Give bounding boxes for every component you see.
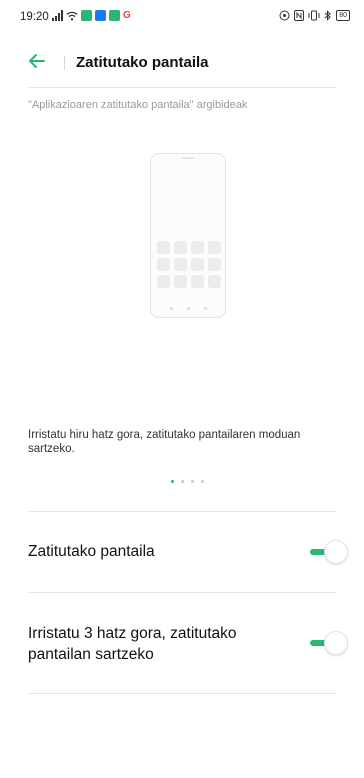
divider [28, 511, 336, 512]
signal-icon [52, 10, 63, 21]
status-bar: 19:20 G 80 [0, 0, 364, 34]
three-finger-swipe-setting-label: Irristatu 3 hatz gora, zatitutako pantai… [28, 625, 237, 663]
header-divider-line [28, 87, 336, 88]
divider [28, 693, 336, 694]
page-dot[interactable] [171, 480, 174, 483]
split-screen-setting-label: Zatitutako pantaila [28, 543, 155, 560]
facebook-icon [95, 10, 106, 21]
phone-notch [181, 157, 195, 159]
phone-illustration [150, 153, 226, 318]
divider [28, 592, 336, 593]
toggle-knob [324, 540, 348, 564]
page-dot[interactable] [181, 480, 184, 483]
message-app-icon [109, 10, 120, 21]
wifi-icon [66, 11, 78, 20]
app-header: Zatitutako pantaila [0, 40, 364, 84]
back-button[interactable] [26, 50, 48, 72]
vibrate-icon [308, 10, 320, 21]
sync-icon [279, 10, 290, 21]
chat-app-icon [81, 10, 92, 21]
page-dot[interactable] [191, 480, 194, 483]
tips-section-label: "Aplikazioaren zatitutako pantaila" argi… [28, 99, 248, 111]
three-finger-swipe-toggle[interactable] [310, 631, 350, 655]
tip-description: Irristatu hiru hatz gora, zatitutako pan… [28, 429, 301, 455]
page-indicator[interactable] [171, 480, 204, 483]
app-grid-illustration [157, 241, 221, 288]
toggle-knob [324, 631, 348, 655]
status-left-icons: G [52, 10, 131, 21]
split-screen-toggle[interactable] [310, 540, 350, 564]
status-right-icons: 80 [279, 10, 350, 21]
status-time: 19:20 [20, 11, 49, 23]
bluetooth-icon [324, 10, 331, 21]
header-divider [64, 56, 65, 70]
google-icon: G [123, 10, 131, 21]
page-title: Zatitutako pantaila [76, 54, 209, 71]
nfc-icon [294, 10, 305, 21]
page-dot[interactable] [201, 480, 204, 483]
battery-icon: 80 [336, 10, 350, 21]
phone-nav-dots [151, 307, 225, 310]
back-arrow-icon [29, 54, 45, 68]
